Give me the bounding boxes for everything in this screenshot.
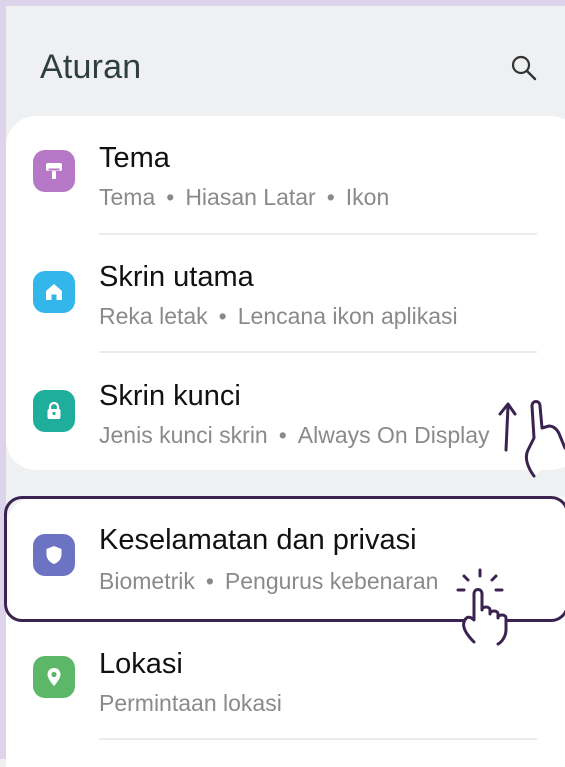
location-pin-icon xyxy=(33,656,75,698)
settings-item-title: Skrin utama xyxy=(99,261,254,293)
paint-roller-icon xyxy=(33,150,75,192)
settings-item-subtitle: Jenis kunci skrin • Always On Display xyxy=(99,422,490,449)
settings-item-skrin-utama[interactable]: Skrin utama Reka letak • Lencana ikon apli… xyxy=(0,259,565,377)
search-button[interactable] xyxy=(508,52,540,84)
frame-edge-top xyxy=(0,0,565,6)
settings-item-subtitle: Tema • Hiasan Latar • Ikon xyxy=(99,184,389,211)
settings-item-lokasi[interactable]: Lokasi Permintaan lokasi xyxy=(0,646,565,764)
subtitle-part: Tema xyxy=(99,184,156,210)
subtitle-part: Hiasan Latar xyxy=(185,184,316,210)
settings-item-title: Lokasi xyxy=(99,648,183,680)
subtitle-part: Ikon xyxy=(345,184,390,210)
separator-dot: • xyxy=(326,184,335,210)
divider xyxy=(99,351,537,353)
separator-dot: • xyxy=(166,184,175,210)
subtitle-part: Always On Display xyxy=(297,422,490,448)
divider xyxy=(99,738,537,740)
settings-item-skrin-kunci[interactable]: Skrin kunci Jenis kunci skrin • Always On … xyxy=(0,378,565,496)
settings-item-tema[interactable]: Tema Tema • Hiasan Latar • Ikon xyxy=(0,140,565,258)
settings-item-title: Skrin kunci xyxy=(99,380,241,412)
settings-item-subtitle: Permintaan lokasi xyxy=(99,690,282,717)
tap-gesture-icon xyxy=(456,568,508,646)
divider xyxy=(99,233,537,235)
lock-icon xyxy=(33,390,75,432)
settings-item-subtitle: Reka letak • Lencana ikon aplikasi xyxy=(99,303,458,330)
separator-dot: • xyxy=(218,303,227,329)
subtitle-part: Reka letak xyxy=(99,303,208,329)
subtitle-part: Permintaan lokasi xyxy=(99,690,282,716)
search-icon xyxy=(511,55,537,81)
home-icon xyxy=(33,271,75,313)
subtitle-part: Jenis kunci skrin xyxy=(99,422,268,448)
separator-dot: • xyxy=(278,422,287,448)
swipe-up-gesture-icon xyxy=(498,400,565,478)
settings-item-title: Tema xyxy=(99,142,170,174)
page-title: Aturan xyxy=(40,48,142,86)
subtitle-part: Lencana ikon aplikasi xyxy=(237,303,458,329)
